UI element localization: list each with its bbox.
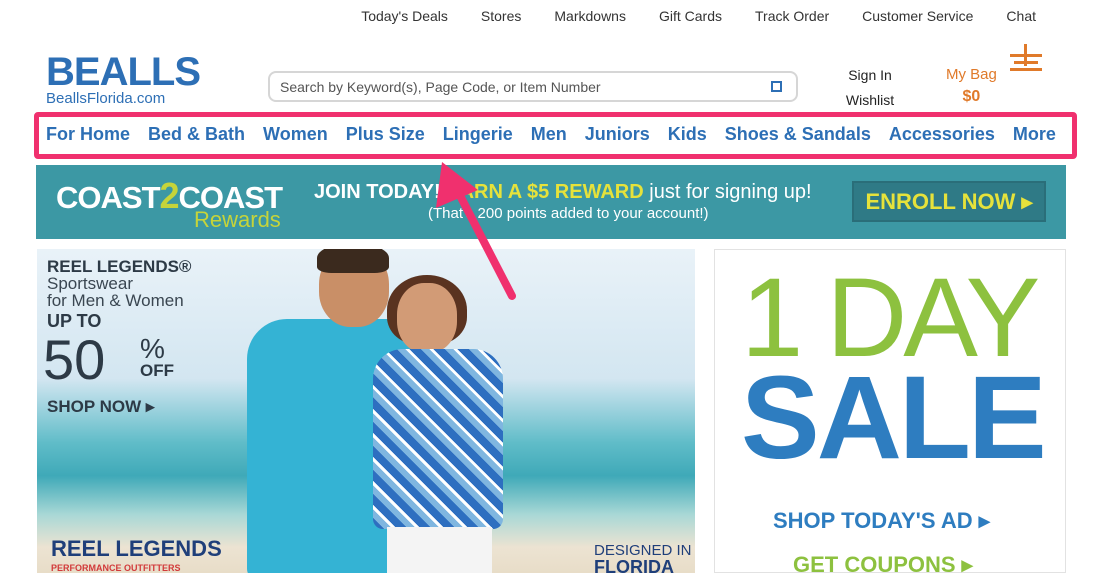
nav-women[interactable]: Women <box>263 124 328 145</box>
join-today: JOIN TODAY! <box>314 181 441 203</box>
florida: FLORIDA <box>594 557 674 573</box>
nav-accessories[interactable]: Accessories <box>889 124 995 145</box>
gift-cards-link[interactable]: Gift Cards <box>659 8 722 24</box>
chat-link[interactable]: Chat <box>1006 8 1036 24</box>
nav-shoes-sandals[interactable]: Shoes & Sandals <box>725 124 871 145</box>
logo-brand: BEALLS <box>46 50 201 94</box>
menu-icon[interactable] <box>1010 44 1042 71</box>
rewards-coast: COAST <box>56 180 160 215</box>
designed-in-florida: DESIGNED IN FLORIDA <box>594 543 692 573</box>
sign-in-link[interactable]: Sign In <box>835 63 905 88</box>
enroll-now-button[interactable]: ENROLL NOW ▸ <box>852 181 1046 222</box>
utility-nav: Today's Deals Stores Markdowns Gift Card… <box>361 8 1036 24</box>
search-input[interactable] <box>270 73 750 100</box>
shop-now-link[interactable]: SHOP NOW ▸ <box>47 397 154 417</box>
annotation-arrow-icon <box>436 162 516 300</box>
customer-service-link[interactable]: Customer Service <box>862 8 973 24</box>
reel-legends-logo: REEL LEGENDS <box>51 536 222 561</box>
my-bag[interactable]: My Bag $0 <box>946 64 997 108</box>
nav-for-home[interactable]: For Home <box>46 124 130 145</box>
promo-percent: 50 <box>43 328 106 391</box>
nav-plus-size[interactable]: Plus Size <box>346 124 425 145</box>
stores-link[interactable]: Stores <box>481 8 521 24</box>
main-nav: For Home Bed & Bath Women Plus Size Ling… <box>46 124 1056 145</box>
rewards-banner[interactable]: COAST2COAST Rewards JOIN TODAY! EARN A $… <box>36 165 1066 239</box>
account-links: Sign In Wishlist <box>835 63 905 113</box>
promo-sub1: Sportswear <box>47 274 133 293</box>
woman-pants <box>387 527 492 573</box>
wishlist-link[interactable]: Wishlist <box>835 88 905 113</box>
nav-lingerie[interactable]: Lingerie <box>443 124 513 145</box>
promo-sub2: for Men & Women <box>47 291 184 310</box>
get-coupons-link[interactable]: GET COUPONS ▸ <box>793 552 973 573</box>
bealls-logo[interactable]: BEALLS BeallsFlorida.com <box>46 50 201 107</box>
shop-todays-ad-link[interactable]: SHOP TODAY'S AD ▸ <box>773 508 990 534</box>
bag-amount: $0 <box>962 88 981 105</box>
reel-legends-logo-sub: PERFORMANCE OUTFITTERS <box>51 563 181 573</box>
nav-juniors[interactable]: Juniors <box>585 124 650 145</box>
earn-rest: just for signing up! <box>649 181 812 203</box>
markdowns-link[interactable]: Markdowns <box>554 8 626 24</box>
man-hair <box>317 249 389 273</box>
promo-off: OFF <box>140 361 174 380</box>
nav-men[interactable]: Men <box>531 124 567 145</box>
sale-line-2: SALE <box>741 352 1047 484</box>
bag-label: My Bag <box>946 66 997 83</box>
search-icon[interactable] <box>771 81 782 92</box>
rewards-two: 2 <box>159 175 180 216</box>
rewards-headline: JOIN TODAY! EARN A $5 REWARD just for si… <box>314 181 812 204</box>
rewards-label: Rewards <box>194 207 281 232</box>
nav-bed-bath[interactable]: Bed & Bath <box>148 124 245 145</box>
promo-subtitle: Sportswear for Men & Women <box>47 275 184 309</box>
todays-deals-link[interactable]: Today's Deals <box>361 8 448 24</box>
nav-more[interactable]: More <box>1013 124 1056 145</box>
one-day-sale-panel: 1 DAY SALE SHOP TODAY'S AD ▸ GET COUPONS… <box>714 249 1066 573</box>
track-order-link[interactable]: Track Order <box>755 8 829 24</box>
reel-legends-promo[interactable]: REEL LEGENDS® Sportswear for Men & Women… <box>37 249 695 573</box>
nav-kids[interactable]: Kids <box>668 124 707 145</box>
woman-figure <box>373 349 503 529</box>
search-bar <box>268 71 798 102</box>
